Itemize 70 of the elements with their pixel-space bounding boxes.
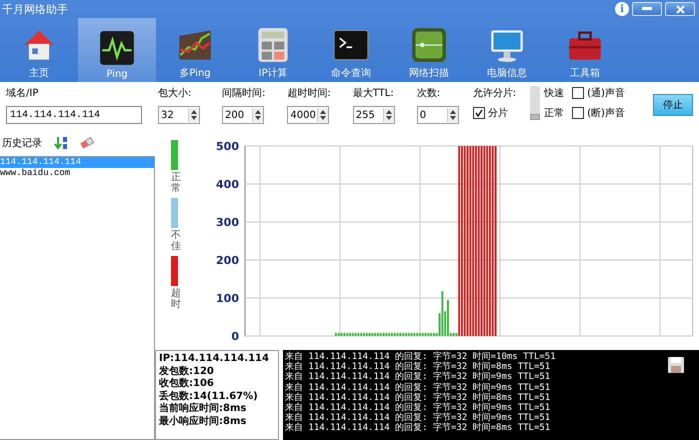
log-line: 来自 114.114.114.114 的回复: 字节=32 时间=9ms TTL=51 <box>285 382 552 393</box>
axis-tick-label: 400 <box>216 178 239 191</box>
speed-slider[interactable] <box>530 86 540 120</box>
history-title: 历史记录 <box>2 136 42 150</box>
stat-text: 最小响应时间:8ms <box>159 416 248 428</box>
toolbar-tab[interactable]: 电脑信息 <box>468 18 546 82</box>
axis-tick-label: 0 <box>231 330 239 343</box>
log-line: 来自 114.114.114.114 的回复: 字节=32 时间=10ms TTL=51 <box>285 352 557 362</box>
close-button[interactable] <box>665 2 695 16</box>
close-icon <box>676 4 684 14</box>
stat-text: 当前响应时间:8ms <box>159 403 248 415</box>
field-label: 允许分片: <box>472 86 516 100</box>
sound-checkbox[interactable]: (断)声音 <box>572 106 625 120</box>
axis-tick-label: 100 <box>216 292 239 305</box>
eraser-icon[interactable] <box>80 137 94 149</box>
slider-thumb[interactable] <box>530 114 540 120</box>
terminal-icon <box>333 27 369 63</box>
radar-screen-icon <box>411 27 447 63</box>
axis-tick-label: 200 <box>216 254 239 267</box>
spin-arrows-icon[interactable] <box>188 108 199 122</box>
log-line: 来自 114.114.114.114 的回复: 字节=32 时间=9ms TTL=51 <box>285 413 552 424</box>
field-label: 间隔时间: <box>222 86 266 100</box>
field-label: 包大小: <box>158 86 192 100</box>
minimize-button[interactable] <box>632 2 662 16</box>
minimize-icon <box>642 7 652 11</box>
host-input[interactable]: 114.114.114.114 <box>6 106 142 124</box>
stat-text: 发包数:120 <box>159 366 215 378</box>
toolbar-tab[interactable]: 主页 <box>0 18 78 82</box>
legend-label: 超时 <box>171 288 181 310</box>
field-label: 域名/IP <box>6 86 40 100</box>
field-label: 最大TTL: <box>352 86 395 100</box>
fragment-checkbox[interactable]: 分片 <box>472 106 516 120</box>
axis-tick-label: 300 <box>216 216 239 229</box>
legend-label: 不佳 <box>171 230 181 252</box>
stat-text: 丢包数:14(11.67%) <box>159 390 259 402</box>
log-line: 来自 114.114.114.114 的回复: 字节=32 时间=8ms TTL=51 <box>285 362 552 372</box>
spinner-field[interactable]: 0 <box>416 106 459 124</box>
log-line: 来自 114.114.114.114 的回复: 字节=32 时间=9ms TTL=51 <box>285 403 552 414</box>
toolbar-tab[interactable]: IP计算 <box>234 18 312 82</box>
info-button[interactable]: i <box>615 2 629 16</box>
stat-text: IP:114.114.114.114 <box>159 353 270 366</box>
axis-tick-label: 500 <box>216 140 239 153</box>
save-icon[interactable] <box>667 356 685 374</box>
spin-arrows-icon[interactable] <box>317 108 328 122</box>
window-title: 千月网络助手 <box>2 2 69 16</box>
toolbar-tab[interactable]: 网络扫描 <box>390 18 468 82</box>
check-icon <box>474 109 483 117</box>
pulse-monitor-icon <box>99 30 135 66</box>
slider-label: 正常 <box>544 106 564 120</box>
spinner-field[interactable]: 4000 <box>287 106 330 124</box>
field-label: 超时时间: <box>287 86 331 100</box>
spinner-field[interactable]: 32 <box>158 106 200 124</box>
sound-checkbox[interactable]: (通)声音 <box>572 86 625 100</box>
spinner-field[interactable]: 255 <box>352 106 395 124</box>
spin-arrows-icon[interactable] <box>446 108 458 122</box>
toolbar-tab[interactable]: 工具箱 <box>546 18 624 82</box>
stop-button[interactable]: 停止 <box>652 94 693 116</box>
slider-label: 快速 <box>544 86 564 100</box>
log-line: 来自 114.114.114.114 的回复: 字节=32 时间=9ms TTL=51 <box>285 372 552 382</box>
field-label: 次数: <box>416 87 442 100</box>
spin-arrows-icon[interactable] <box>382 108 394 122</box>
spinner-field[interactable]: 200 <box>222 106 264 124</box>
log-line: 来自 114.114.114.114 的回复: 字节=32 时间=8ms TTL=51 <box>285 392 552 403</box>
toolbar-tab[interactable]: 命令查询 <box>312 18 390 82</box>
sort-icon[interactable] <box>54 136 68 150</box>
legend-label: 正常 <box>171 172 181 194</box>
toolbar-tab[interactable]: 多Ping <box>156 18 234 82</box>
log-line: 来自 114.114.114.114 的回复: 字节=32 时间=8ms TTL=51 <box>285 423 552 434</box>
stat-text: 收包数:106 <box>159 378 215 390</box>
spin-arrows-icon[interactable] <box>252 108 263 122</box>
